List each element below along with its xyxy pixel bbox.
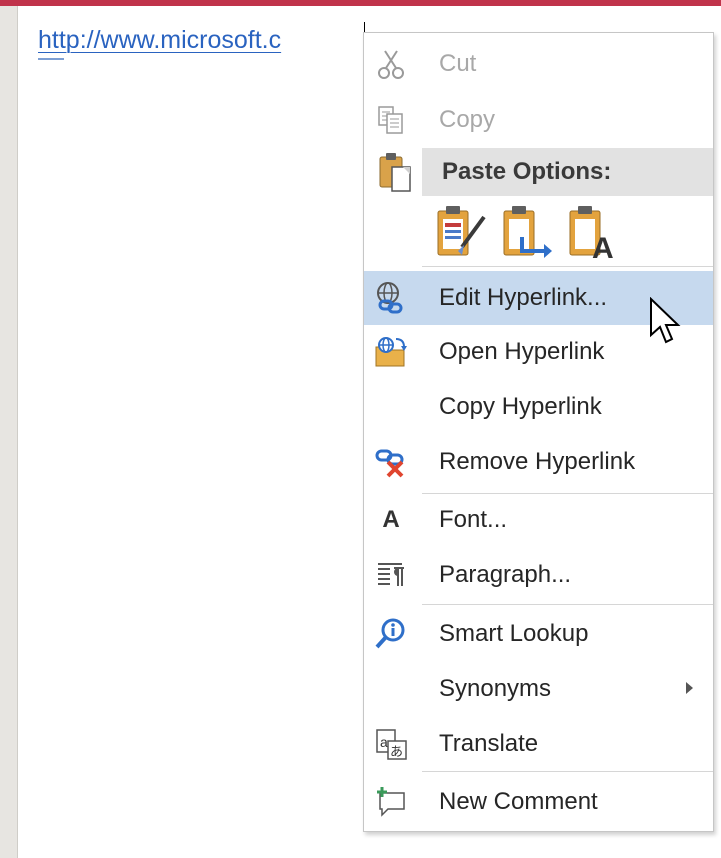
- submenu-arrow-icon: [686, 682, 693, 694]
- menu-separator: [422, 604, 713, 605]
- menu-item-edit-hyperlink-label: Edit Hyperlink...: [439, 284, 608, 311]
- svg-text:a: a: [380, 734, 388, 750]
- svg-text:A: A: [592, 232, 614, 261]
- menu-item-paragraph[interactable]: Paragraph...: [364, 550, 713, 600]
- scissors-icon: [374, 47, 408, 81]
- svg-text:あ: あ: [390, 745, 403, 760]
- menu-item-smart-lookup[interactable]: Smart Lookup: [364, 609, 713, 659]
- menu-item-new-comment[interactable]: New Comment: [364, 777, 713, 827]
- window-accent-bar: [0, 0, 721, 6]
- document-margin: [0, 6, 18, 858]
- menu-item-copy[interactable]: Copy: [364, 95, 713, 145]
- menu-item-synonyms-label: Synonyms: [439, 675, 552, 702]
- menu-item-remove-hyperlink[interactable]: Remove Hyperlink: [364, 437, 713, 487]
- autocorrect-marker[interactable]: [38, 58, 64, 60]
- menu-item-copy-hyperlink[interactable]: Copy Hyperlink: [364, 382, 713, 432]
- menu-item-remove-hyperlink-label: Remove Hyperlink: [439, 448, 636, 475]
- menu-item-new-comment-label: New Comment: [439, 788, 598, 815]
- merge-formatting-icon[interactable]: [500, 203, 554, 261]
- translate-icon: a あ: [374, 727, 408, 761]
- menu-item-synonyms[interactable]: Synonyms: [364, 664, 713, 714]
- menu-item-font-label: Font...: [439, 506, 508, 533]
- font-glyph: A: [382, 506, 400, 533]
- menu-item-smart-lookup-label: Smart Lookup: [439, 620, 589, 647]
- hyperlink-text[interactable]: http://www.microsoft.c: [38, 26, 366, 55]
- menu-separator: [422, 493, 713, 494]
- menu-item-translate-label: Translate: [439, 730, 539, 757]
- menu-item-translate[interactable]: a あ Translate: [364, 719, 713, 769]
- clipboard-icon: [376, 151, 414, 193]
- menu-separator: [422, 771, 713, 772]
- paragraph-icon: [374, 558, 408, 592]
- menu-item-cut[interactable]: Cut: [364, 39, 713, 89]
- keep-source-formatting-icon[interactable]: [434, 203, 488, 261]
- menu-item-cut-label: Cut: [439, 50, 477, 77]
- smart-lookup-icon: [374, 617, 408, 651]
- keep-text-only-icon[interactable]: A: [566, 203, 620, 265]
- menu-item-font[interactable]: A Font...: [364, 495, 713, 545]
- globe-link-icon: [374, 281, 408, 315]
- menu-item-copy-label: Copy: [439, 106, 496, 133]
- remove-link-icon: [374, 445, 408, 479]
- copy-icon: [374, 103, 408, 137]
- new-comment-icon: [374, 785, 408, 819]
- menu-item-copy-hyperlink-label: Copy Hyperlink: [439, 393, 602, 420]
- paste-options-header: Paste Options:: [422, 148, 713, 196]
- menu-item-paragraph-label: Paragraph...: [439, 561, 572, 588]
- open-folder-globe-icon: [374, 335, 408, 369]
- font-icon: A: [374, 503, 408, 537]
- mouse-pointer-icon: [649, 296, 683, 349]
- paste-options-label: Paste Options:: [442, 158, 612, 185]
- context-menu: Cut Copy Paste Options: A Edit Hyperlink…: [363, 32, 714, 832]
- menu-separator: [422, 266, 713, 267]
- menu-item-open-hyperlink-label: Open Hyperlink: [439, 338, 605, 365]
- paste-options-group: A: [432, 203, 632, 265]
